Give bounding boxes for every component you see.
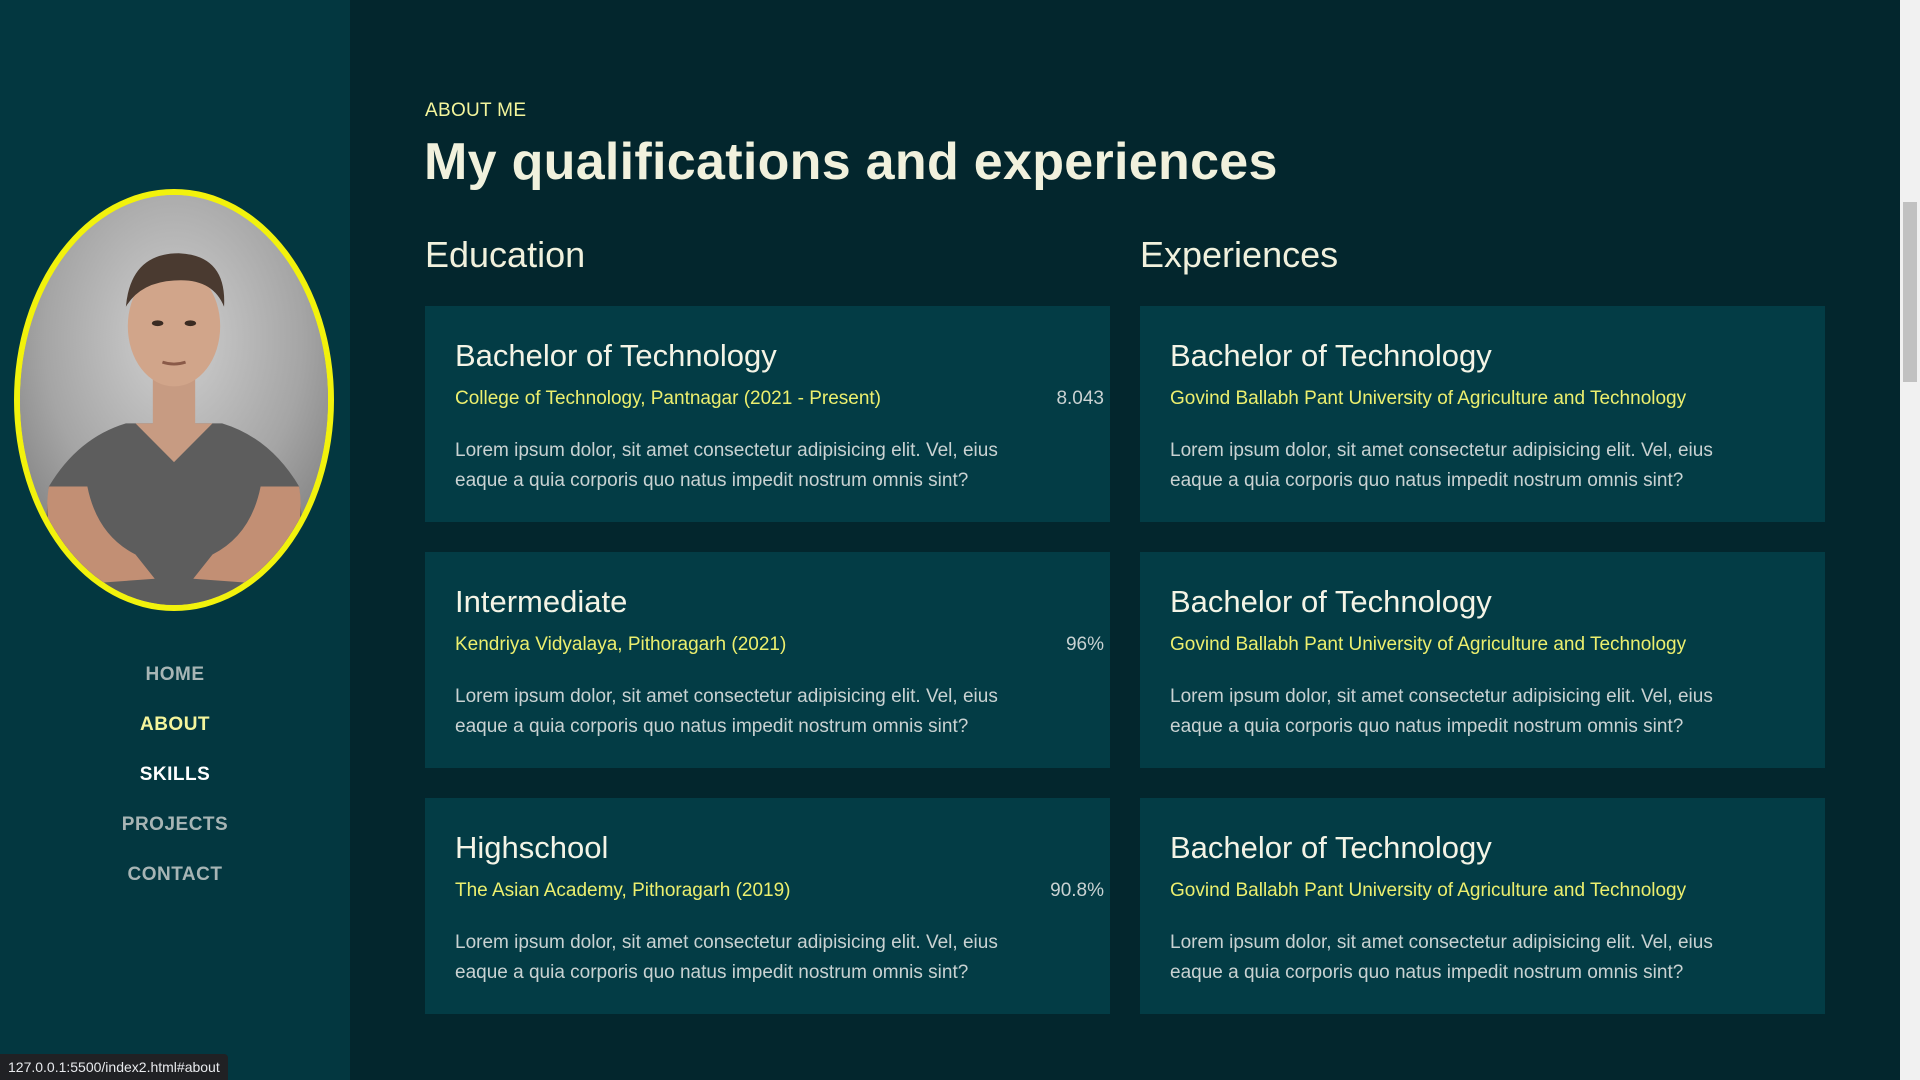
card-description: Lorem ipsum dolor, sit amet consectetur … [1170, 440, 1713, 491]
card-score: 8.043 [1056, 388, 1104, 409]
about-section: ABOUT ME My qualifications and experienc… [350, 0, 1900, 1080]
card-title: Bachelor of Technology [1170, 830, 1492, 865]
page-title: My qualifications and experiences [424, 133, 1278, 191]
card-score: 96% [1065, 634, 1104, 655]
card-institution: Govind Ballabh Pant University of Agricu… [1170, 388, 1687, 409]
card-institution: Kendriya Vidyalaya, Pithoragarh (2021) [455, 634, 787, 655]
card-title: Intermediate [455, 584, 628, 619]
card-institution: College of Technology, Pantnagar (2021 -… [455, 388, 882, 409]
card-description: Lorem ipsum dolor, sit amet consectetur … [455, 686, 998, 737]
experience-card: Bachelor of Technology Govind Ballabh Pa… [1140, 798, 1825, 1014]
education-card: Intermediate Kendriya Vidyalaya, Pithora… [425, 552, 1110, 768]
education-card: Bachelor of Technology College of Techno… [425, 306, 1110, 522]
nav-projects[interactable]: PROJECTS [0, 800, 350, 850]
card-description: Lorem ipsum dolor, sit amet consectetur … [455, 932, 998, 983]
card-description: Lorem ipsum dolor, sit amet consectetur … [1170, 686, 1713, 737]
section-eyebrow: ABOUT ME [425, 100, 527, 121]
card-title: Bachelor of Technology [1170, 584, 1492, 619]
sidebar: HOME ABOUT SKILLS PROJECTS CONTACT [0, 0, 350, 1080]
experiences-heading: Experiences [1140, 234, 1339, 275]
page-scrollbar[interactable] [1900, 0, 1920, 1080]
nav-contact[interactable]: CONTACT [0, 850, 350, 900]
card-title: Highschool [455, 830, 609, 865]
experience-card: Bachelor of Technology Govind Ballabh Pa… [1140, 552, 1825, 768]
nav-skills[interactable]: SKILLS [0, 750, 350, 800]
card-institution: Govind Ballabh Pant University of Agricu… [1170, 634, 1687, 655]
experience-card: Bachelor of Technology Govind Ballabh Pa… [1140, 306, 1825, 522]
card-institution: Govind Ballabh Pant University of Agricu… [1170, 880, 1687, 901]
profile-photo [20, 195, 328, 605]
card-title: Bachelor of Technology [455, 338, 777, 373]
nav-about[interactable]: ABOUT [0, 700, 350, 750]
profile-avatar [14, 189, 334, 611]
card-institution: The Asian Academy, Pithoragarh (2019) [455, 880, 791, 901]
nav-home[interactable]: HOME [0, 650, 350, 700]
scrollbar-thumb[interactable] [1903, 202, 1917, 382]
link-status-bar: 127.0.0.1:5500/index2.html#about [0, 1054, 228, 1080]
education-heading: Education [425, 234, 586, 275]
card-title: Bachelor of Technology [1170, 338, 1492, 373]
card-description: Lorem ipsum dolor, sit amet consectetur … [455, 440, 998, 491]
education-card: Highschool The Asian Academy, Pithoragar… [425, 798, 1110, 1014]
card-score: 90.8% [1050, 880, 1104, 901]
card-description: Lorem ipsum dolor, sit amet consectetur … [1170, 932, 1713, 983]
sidebar-nav: HOME ABOUT SKILLS PROJECTS CONTACT [0, 650, 350, 900]
